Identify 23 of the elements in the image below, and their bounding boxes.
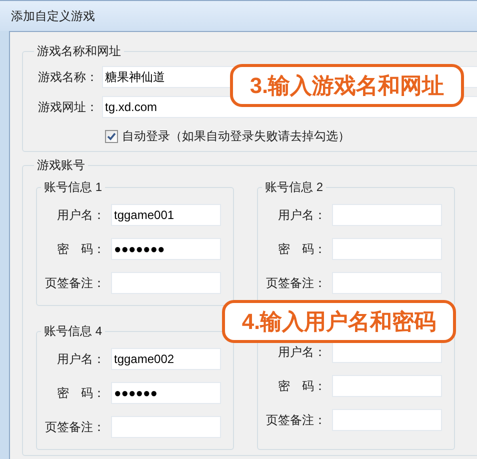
checkbox-label: 自动登录（如果自动登录失败请去掉勾选） — [122, 128, 350, 145]
field-label: 页签备注： — [265, 412, 326, 429]
group-title: 账号信息 4 — [43, 323, 104, 340]
field-label: 用户名： — [56, 207, 105, 224]
field-label: 密 码： — [277, 241, 326, 258]
annotation-tooltip: 3.输入游戏名和网址 — [230, 64, 464, 107]
annotation-tooltip: 4.输入用户名和密码 — [222, 300, 456, 343]
field-label: 密 码： — [56, 241, 105, 258]
field-label: 密 码： — [277, 378, 326, 395]
field-label: 用户名： — [56, 351, 105, 368]
group-title: 游戏名称和网址 — [36, 43, 122, 60]
group-title: 账号信息 1 — [43, 179, 104, 196]
field-label: 页签备注： — [44, 275, 105, 292]
field-label: 游戏名称： — [37, 69, 99, 86]
field-label: 页签备注： — [44, 419, 105, 436]
field-label: 用户名： — [277, 207, 326, 224]
window-title: 添加自定义游戏 — [11, 8, 95, 25]
group-title: 游戏账号 — [36, 157, 86, 174]
field-label: 用户名： — [277, 344, 326, 361]
group-title: 账号信息 2 — [264, 179, 324, 196]
field-label: 页签备注： — [265, 275, 326, 292]
field-label: 密 码： — [56, 385, 105, 402]
field-label: 游戏网址： — [37, 99, 99, 116]
